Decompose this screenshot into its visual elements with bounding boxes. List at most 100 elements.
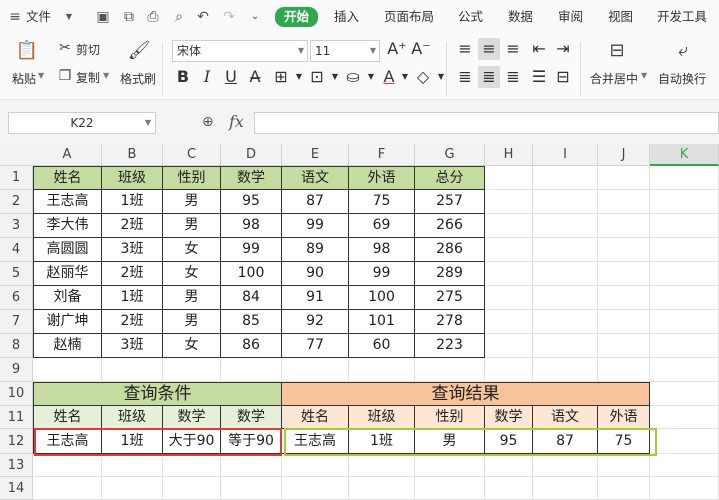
empty-cell[interactable] bbox=[33, 477, 102, 500]
table-cell[interactable]: 98 bbox=[221, 214, 282, 238]
empty-cell[interactable] bbox=[282, 454, 349, 477]
clear-dropdown-icon[interactable]: ▼ bbox=[430, 66, 452, 88]
table-cell[interactable]: 286 bbox=[415, 238, 485, 262]
column-header-f[interactable]: F bbox=[349, 144, 415, 166]
empty-cell[interactable] bbox=[650, 454, 719, 477]
column-header-d[interactable]: D bbox=[221, 144, 282, 166]
copy-button[interactable]: 复制 bbox=[76, 69, 100, 86]
justify-icon[interactable]: ☰ bbox=[528, 66, 550, 88]
empty-cell[interactable] bbox=[650, 334, 719, 358]
table-cell[interactable]: 男 bbox=[163, 286, 221, 310]
row-header-2[interactable]: 2 bbox=[0, 190, 33, 214]
empty-cell[interactable] bbox=[650, 262, 719, 286]
table-cell[interactable]: 女 bbox=[163, 238, 221, 262]
empty-cell[interactable] bbox=[533, 334, 598, 358]
empty-cell[interactable] bbox=[650, 214, 719, 238]
table-cell[interactable]: 男 bbox=[163, 310, 221, 334]
table-cell[interactable]: 1班 bbox=[102, 286, 163, 310]
table-cell[interactable]: 高圆圆 bbox=[33, 238, 102, 262]
empty-cell[interactable] bbox=[533, 310, 598, 334]
print-preview-icon[interactable]: ⌕ bbox=[170, 8, 188, 26]
table-cell[interactable]: 275 bbox=[415, 286, 485, 310]
row-header-9[interactable]: 9 bbox=[0, 358, 33, 382]
empty-cell[interactable] bbox=[650, 406, 719, 429]
empty-cell[interactable] bbox=[598, 166, 650, 190]
empty-cell[interactable] bbox=[533, 238, 598, 262]
merge-center-icon[interactable]: ⊟ bbox=[604, 38, 630, 64]
empty-cell[interactable] bbox=[598, 334, 650, 358]
empty-cell[interactable] bbox=[485, 310, 533, 334]
row-header-4[interactable]: 4 bbox=[0, 238, 33, 262]
criteria-header-cell[interactable]: 姓名 bbox=[33, 406, 102, 429]
file-dropdown-icon[interactable]: ▼ bbox=[60, 8, 78, 26]
table-cell[interactable]: 91 bbox=[282, 286, 349, 310]
align-left-icon[interactable]: ≣ bbox=[454, 66, 476, 88]
row-header-13[interactable]: 13 bbox=[0, 454, 33, 477]
export-icon[interactable]: ⧉ bbox=[120, 8, 138, 26]
column-header-e[interactable]: E bbox=[282, 144, 349, 166]
empty-cell[interactable] bbox=[533, 166, 598, 190]
wrap-text-icon[interactable]: ⤶ bbox=[670, 38, 696, 64]
row-header-5[interactable]: 5 bbox=[0, 262, 33, 286]
bold-icon[interactable]: B bbox=[172, 66, 194, 88]
empty-cell[interactable] bbox=[598, 214, 650, 238]
table-cell[interactable]: 女 bbox=[163, 262, 221, 286]
save-icon[interactable]: ▣ bbox=[94, 8, 112, 26]
row-header-1[interactable]: 1 bbox=[0, 166, 33, 190]
empty-cell[interactable] bbox=[650, 429, 719, 454]
table-cell[interactable]: 289 bbox=[415, 262, 485, 286]
empty-cell[interactable] bbox=[102, 358, 163, 382]
table-cell[interactable]: 86 bbox=[221, 334, 282, 358]
empty-cell[interactable] bbox=[650, 310, 719, 334]
fx-icon[interactable]: fx bbox=[229, 112, 244, 131]
empty-cell[interactable] bbox=[163, 454, 221, 477]
empty-cell[interactable] bbox=[163, 477, 221, 500]
result-value-cell[interactable]: 75 bbox=[598, 429, 650, 454]
empty-cell[interactable] bbox=[163, 358, 221, 382]
tab-insert[interactable]: 插入 bbox=[334, 8, 359, 26]
empty-cell[interactable] bbox=[650, 166, 719, 190]
align-right-icon[interactable]: ≣ bbox=[502, 66, 524, 88]
table-cell[interactable]: 223 bbox=[415, 334, 485, 358]
results-title[interactable]: 查询结果 bbox=[282, 382, 650, 406]
merge-center-button[interactable]: 合并居中 bbox=[590, 70, 638, 87]
empty-cell[interactable] bbox=[533, 358, 598, 382]
row-header-3[interactable]: 3 bbox=[0, 214, 33, 238]
empty-cell[interactable] bbox=[415, 358, 485, 382]
table-cell[interactable]: 3班 bbox=[102, 238, 163, 262]
redo-icon[interactable]: ↷ bbox=[220, 8, 238, 26]
empty-cell[interactable] bbox=[533, 454, 598, 477]
empty-cell[interactable] bbox=[598, 454, 650, 477]
decrease-indent-icon[interactable]: ⇤ bbox=[528, 38, 550, 60]
table-cell[interactable]: 男 bbox=[163, 190, 221, 214]
result-header-cell[interactable]: 数学 bbox=[485, 406, 533, 429]
table-cell[interactable]: 266 bbox=[415, 214, 485, 238]
table-cell[interactable]: 75 bbox=[349, 190, 415, 214]
empty-cell[interactable] bbox=[533, 286, 598, 310]
empty-cell[interactable] bbox=[598, 286, 650, 310]
empty-cell[interactable] bbox=[598, 190, 650, 214]
table-cell[interactable]: 赵楠 bbox=[33, 334, 102, 358]
align-top-icon[interactable]: ≡ bbox=[454, 38, 476, 60]
empty-cell[interactable] bbox=[349, 477, 415, 500]
table-cell[interactable]: 刘备 bbox=[33, 286, 102, 310]
table-cell[interactable]: 赵丽华 bbox=[33, 262, 102, 286]
table-header-cell[interactable]: 数学 bbox=[221, 166, 282, 190]
row-header-11[interactable]: 11 bbox=[0, 406, 33, 429]
empty-cell[interactable] bbox=[650, 358, 719, 382]
table-cell[interactable]: 77 bbox=[282, 334, 349, 358]
column-header-b[interactable]: B bbox=[102, 144, 163, 166]
empty-cell[interactable] bbox=[415, 454, 485, 477]
result-header-cell[interactable]: 姓名 bbox=[282, 406, 349, 429]
result-value-cell[interactable]: 男 bbox=[415, 429, 485, 454]
row-header-10[interactable]: 10 bbox=[0, 382, 33, 406]
paste-icon[interactable]: 📋 bbox=[14, 38, 40, 64]
table-header-cell[interactable]: 总分 bbox=[415, 166, 485, 190]
column-header-h[interactable]: H bbox=[485, 144, 533, 166]
tab-page-layout[interactable]: 页面布局 bbox=[384, 8, 434, 26]
empty-cell[interactable] bbox=[650, 190, 719, 214]
format-painter-button[interactable]: 格式刷 bbox=[120, 70, 156, 87]
empty-cell[interactable] bbox=[349, 358, 415, 382]
decrease-font-icon[interactable]: A⁻ bbox=[410, 38, 432, 60]
cut-button[interactable]: 剪切 bbox=[76, 41, 100, 58]
